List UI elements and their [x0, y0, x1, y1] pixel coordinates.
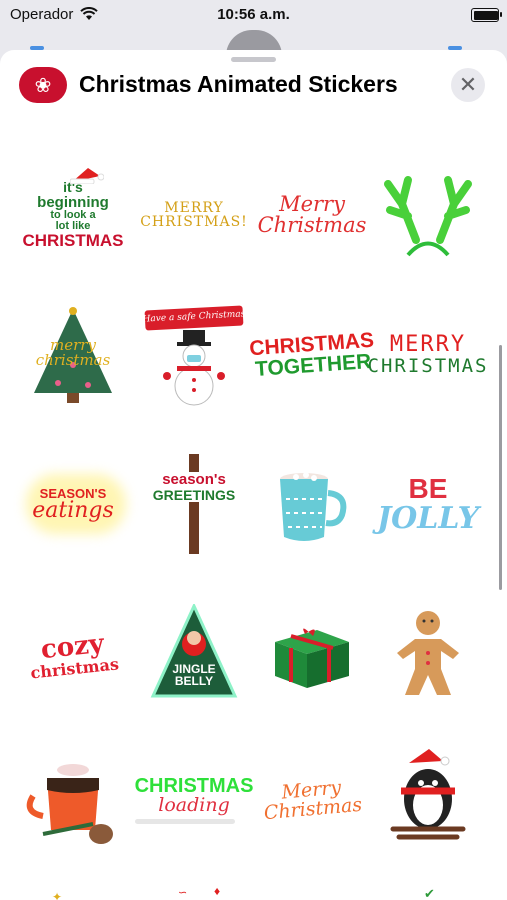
sticker-christmas-loading[interactable]: CHRISTMAS loading — [134, 745, 253, 855]
sticker-cozy-christmas[interactable]: cozy christmas — [18, 600, 128, 710]
penguin-icon — [390, 749, 466, 840]
sticker-line: loading — [158, 794, 230, 816]
santa-hat-icon — [70, 168, 105, 185]
ornament-icon: ❀ — [34, 74, 52, 97]
sheet-grabber[interactable] — [231, 57, 276, 62]
sheet-header: ❀ Christmas Animated Stickers ✕ — [0, 64, 507, 108]
sticker-line: MERRY — [389, 332, 467, 358]
sticker-line: season's — [150, 472, 238, 488]
sticker-partial[interactable]: ♦ — [214, 884, 228, 898]
sticker-line: GREETINGS — [150, 486, 238, 503]
sticker-antlers[interactable] — [373, 160, 483, 270]
sticker-line: CHRISTMAS! — [140, 214, 248, 230]
santa-tree-icon — [150, 604, 238, 698]
sticker-gingerbread[interactable] — [373, 600, 483, 710]
sticker-cocoa-mug[interactable] — [257, 450, 367, 560]
sticker-line: Merry — [279, 191, 345, 216]
close-icon: ✕ — [458, 72, 478, 97]
sticker-partial[interactable]: ∽ — [178, 886, 192, 899]
sticker-line: JOLLY — [376, 500, 479, 536]
cocoa-cup-icon — [26, 764, 113, 844]
loading-bar — [134, 819, 235, 825]
gift-icon — [275, 628, 349, 688]
sticker-tree[interactable]: merry christmas — [18, 300, 128, 410]
page-title: Christmas Animated Stickers — [79, 71, 398, 97]
sticker-line: CHRISTMAS — [367, 354, 489, 377]
gingerbread-icon — [397, 611, 459, 695]
sticker-merry-christmas-orange[interactable]: Merry Christmas — [257, 745, 367, 855]
sticker-its-beginning[interactable]: it's beginning to look a lot like CHRIST… — [18, 160, 128, 270]
sticker-partial[interactable]: ✦ — [52, 890, 66, 900]
sticker-partial[interactable]: ✔ — [424, 886, 438, 900]
sticker-line: CHRISTMAS — [134, 774, 254, 797]
sticker-christmas-together[interactable]: CHRISTMAS TOGETHER — [248, 300, 374, 410]
clock: 10:56 a.m. — [217, 6, 290, 23]
sticker-jingle-belly[interactable]: JINGLE BELLY — [139, 600, 249, 710]
antlers-icon — [384, 176, 472, 257]
sticker-seasons-eatings[interactable]: SEASON'S eatings — [18, 450, 128, 560]
sticker-line: beginning — [37, 193, 109, 211]
sticker-line: Have a safe Christmas — [142, 309, 246, 326]
sticker-line: eatings — [32, 498, 114, 524]
sticker-merry-christmas-gold[interactable]: MERRY CHRISTMAS! — [139, 160, 249, 270]
sticker-line: christmas — [35, 351, 111, 369]
sticker-line: MERRY — [164, 199, 224, 216]
sticker-line: BE — [408, 473, 448, 505]
sticker-seasons-greetings[interactable]: season's GREETINGS — [139, 450, 249, 560]
sticker-cocoa-pinecone[interactable] — [18, 745, 128, 855]
mug-icon — [280, 472, 347, 541]
sticker-be-jolly[interactable]: BE JOLLY — [373, 450, 483, 560]
sticker-line: CHRISTMAS — [22, 231, 124, 251]
sticker-line: Christmas — [257, 213, 367, 237]
sticker-sheet: ❀ Christmas Animated Stickers ✕ it's beg… — [0, 50, 507, 900]
status-bar: Operador 10:56 a.m. — [0, 0, 507, 28]
sticker-penguin-sled[interactable] — [373, 745, 483, 855]
close-button[interactable]: ✕ — [451, 68, 485, 102]
app-icon: ❀ — [19, 67, 67, 103]
sticker-snowman[interactable]: Have a safe Christmas — [139, 300, 249, 410]
battery-icon — [471, 8, 502, 22]
sticker-gift-box[interactable] — [257, 600, 367, 710]
sticker-merry-christmas-script[interactable]: Merry Christmas — [257, 160, 367, 270]
scrollbar[interactable] — [499, 345, 502, 590]
snowman-icon — [163, 330, 225, 406]
sticker-merry-christmas-colors[interactable]: MERRY CHRISTMAS — [368, 300, 487, 410]
sticker-line: BELLY — [174, 674, 214, 688]
signpost-icon — [189, 454, 199, 554]
